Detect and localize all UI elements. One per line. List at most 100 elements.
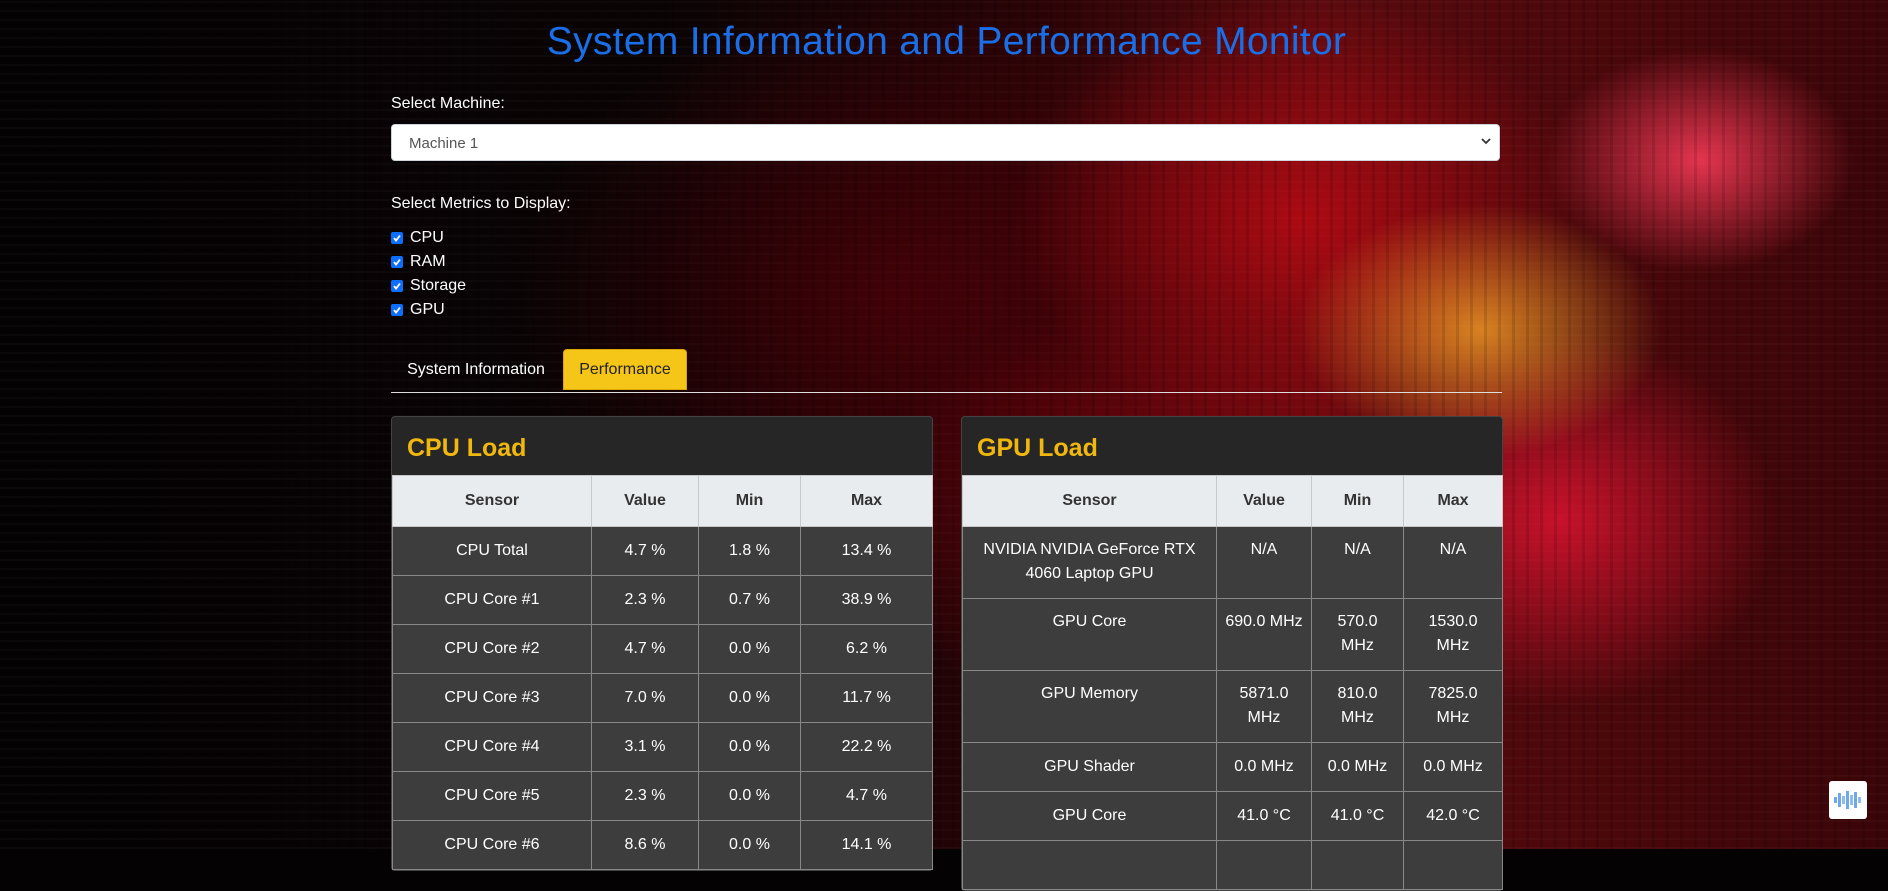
value-cell: 3.1 %	[591, 722, 699, 772]
max-cell: 42.0 °C	[1403, 791, 1503, 841]
column-header: Max	[800, 475, 933, 527]
machine-select-label: Select Machine:	[391, 95, 505, 112]
table-row: CPU Core #3 7.0 % 0.0 % 11.7 %	[392, 673, 933, 723]
column-header: Sensor	[392, 475, 592, 527]
min-cell: 0.7 %	[698, 575, 801, 625]
max-cell: 14.1 %	[800, 820, 933, 870]
min-cell: 0.0 MHz	[1311, 742, 1404, 792]
min-cell: 0.0 %	[698, 673, 801, 723]
table-header-row: Sensor Value Min Max	[392, 475, 933, 527]
sensor-cell: CPU Core #6	[392, 820, 592, 870]
tab-system-information[interactable]: System Information	[391, 349, 561, 390]
max-cell: 13.4 %	[800, 526, 933, 576]
tab-bar: System Information Performance	[391, 349, 1502, 393]
checkbox-storage[interactable]	[391, 280, 403, 292]
checkbox-ram[interactable]	[391, 256, 403, 268]
column-header: Value	[591, 475, 699, 527]
gpu-load-table: Sensor Value Min Max NVIDIA NVIDIA GeFor…	[962, 475, 1503, 890]
max-cell: 4.7 %	[800, 771, 933, 821]
sensor-cell: CPU Total	[392, 526, 592, 576]
cpu-load-table: Sensor Value Min Max CPU Total 4.7 % 1.8…	[392, 475, 933, 870]
table-row: NVIDIA NVIDIA GeForce RTX 4060 Laptop GP…	[962, 526, 1503, 599]
max-cell: 0.0 MHz	[1403, 742, 1503, 792]
machine-select-value: Machine 1	[409, 135, 479, 152]
min-cell: N/A	[1311, 526, 1404, 599]
table-row: CPU Core #2 4.7 % 0.0 % 6.2 %	[392, 624, 933, 674]
value-cell: 7.0 %	[591, 673, 699, 723]
value-cell: 8.6 %	[591, 820, 699, 870]
max-cell: 1530.0 MHz	[1403, 598, 1503, 671]
metrics-checklist: CPU RAM Storage GPU	[391, 226, 466, 322]
value-cell: 2.3 %	[591, 575, 699, 625]
min-cell	[1311, 840, 1404, 890]
min-cell: 0.0 %	[698, 771, 801, 821]
gpu-load-card: GPU Load Sensor Value Min Max NVIDIA NVI…	[961, 416, 1503, 891]
min-cell: 0.0 %	[698, 722, 801, 772]
page-title: System Information and Performance Monit…	[546, 20, 1347, 63]
cpu-load-title: CPU Load	[407, 434, 527, 462]
table-row: GPU Shader 0.0 MHz 0.0 MHz 0.0 MHz	[962, 742, 1503, 792]
sensor-cell: CPU Core #5	[392, 771, 592, 821]
min-cell: 0.0 %	[698, 820, 801, 870]
value-cell: 0.0 MHz	[1216, 742, 1312, 792]
check-icon	[393, 282, 401, 290]
sensor-cell: CPU Core #2	[392, 624, 592, 674]
check-icon	[393, 306, 401, 314]
audio-wave-icon[interactable]	[1829, 781, 1867, 819]
value-cell: 690.0 MHz	[1216, 598, 1312, 671]
min-cell: 0.0 %	[698, 624, 801, 674]
check-icon	[393, 234, 401, 242]
metric-cpu[interactable]: CPU	[391, 226, 466, 250]
machine-select[interactable]: Machine 1	[391, 124, 1500, 161]
column-header: Value	[1216, 475, 1312, 527]
metric-label: GPU	[410, 301, 445, 318]
value-cell	[1216, 840, 1312, 890]
max-cell	[1403, 840, 1503, 890]
sensor-cell: CPU Core #4	[392, 722, 592, 772]
metric-storage[interactable]: Storage	[391, 274, 466, 298]
sensor-cell: GPU Shader	[962, 742, 1217, 792]
table-row: CPU Core #5 2.3 % 0.0 % 4.7 %	[392, 771, 933, 821]
min-cell: 1.8 %	[698, 526, 801, 576]
sensor-cell: CPU Core #1	[392, 575, 592, 625]
min-cell: 41.0 °C	[1311, 791, 1404, 841]
table-row: CPU Core #1 2.3 % 0.7 % 38.9 %	[392, 575, 933, 625]
metric-label: CPU	[410, 229, 444, 246]
sensor-cell: GPU Memory	[962, 670, 1217, 743]
cpu-load-card: CPU Load Sensor Value Min Max CPU Total …	[391, 416, 933, 871]
column-header: Max	[1403, 475, 1503, 527]
value-cell: 4.7 %	[591, 624, 699, 674]
check-icon	[393, 258, 401, 266]
metric-label: Storage	[410, 277, 467, 294]
table-header-row: Sensor Value Min Max	[962, 475, 1503, 527]
checkbox-cpu[interactable]	[391, 232, 403, 244]
metric-gpu[interactable]: GPU	[391, 298, 466, 322]
column-header: Sensor	[962, 475, 1217, 527]
sensor-cell	[962, 840, 1217, 890]
max-cell: 22.2 %	[800, 722, 933, 772]
max-cell: 6.2 %	[800, 624, 933, 674]
table-row: GPU Core 41.0 °C 41.0 °C 42.0 °C	[962, 791, 1503, 841]
waveform-icon	[1834, 791, 1861, 809]
sensor-cell: NVIDIA NVIDIA GeForce RTX 4060 Laptop GP…	[962, 526, 1217, 599]
gpu-load-title: GPU Load	[977, 434, 1098, 462]
value-cell: N/A	[1216, 526, 1312, 599]
min-cell: 810.0 MHz	[1311, 670, 1404, 743]
checkbox-gpu[interactable]	[391, 304, 403, 316]
value-cell: 5871.0 MHz	[1216, 670, 1312, 743]
table-row	[962, 840, 1503, 890]
min-cell: 570.0 MHz	[1311, 598, 1404, 671]
table-row: CPU Total 4.7 % 1.8 % 13.4 %	[392, 526, 933, 576]
metrics-label: Select Metrics to Display:	[391, 195, 571, 212]
column-header: Min	[1311, 475, 1404, 527]
tab-performance[interactable]: Performance	[563, 349, 687, 390]
max-cell: 11.7 %	[800, 673, 933, 723]
metric-ram[interactable]: RAM	[391, 250, 466, 274]
sensor-cell: CPU Core #3	[392, 673, 592, 723]
column-header: Min	[698, 475, 801, 527]
sensor-cell: GPU Core	[962, 791, 1217, 841]
max-cell: N/A	[1403, 526, 1503, 599]
table-row: GPU Core 690.0 MHz 570.0 MHz 1530.0 MHz	[962, 598, 1503, 671]
sensor-cell: GPU Core	[962, 598, 1217, 671]
value-cell: 41.0 °C	[1216, 791, 1312, 841]
